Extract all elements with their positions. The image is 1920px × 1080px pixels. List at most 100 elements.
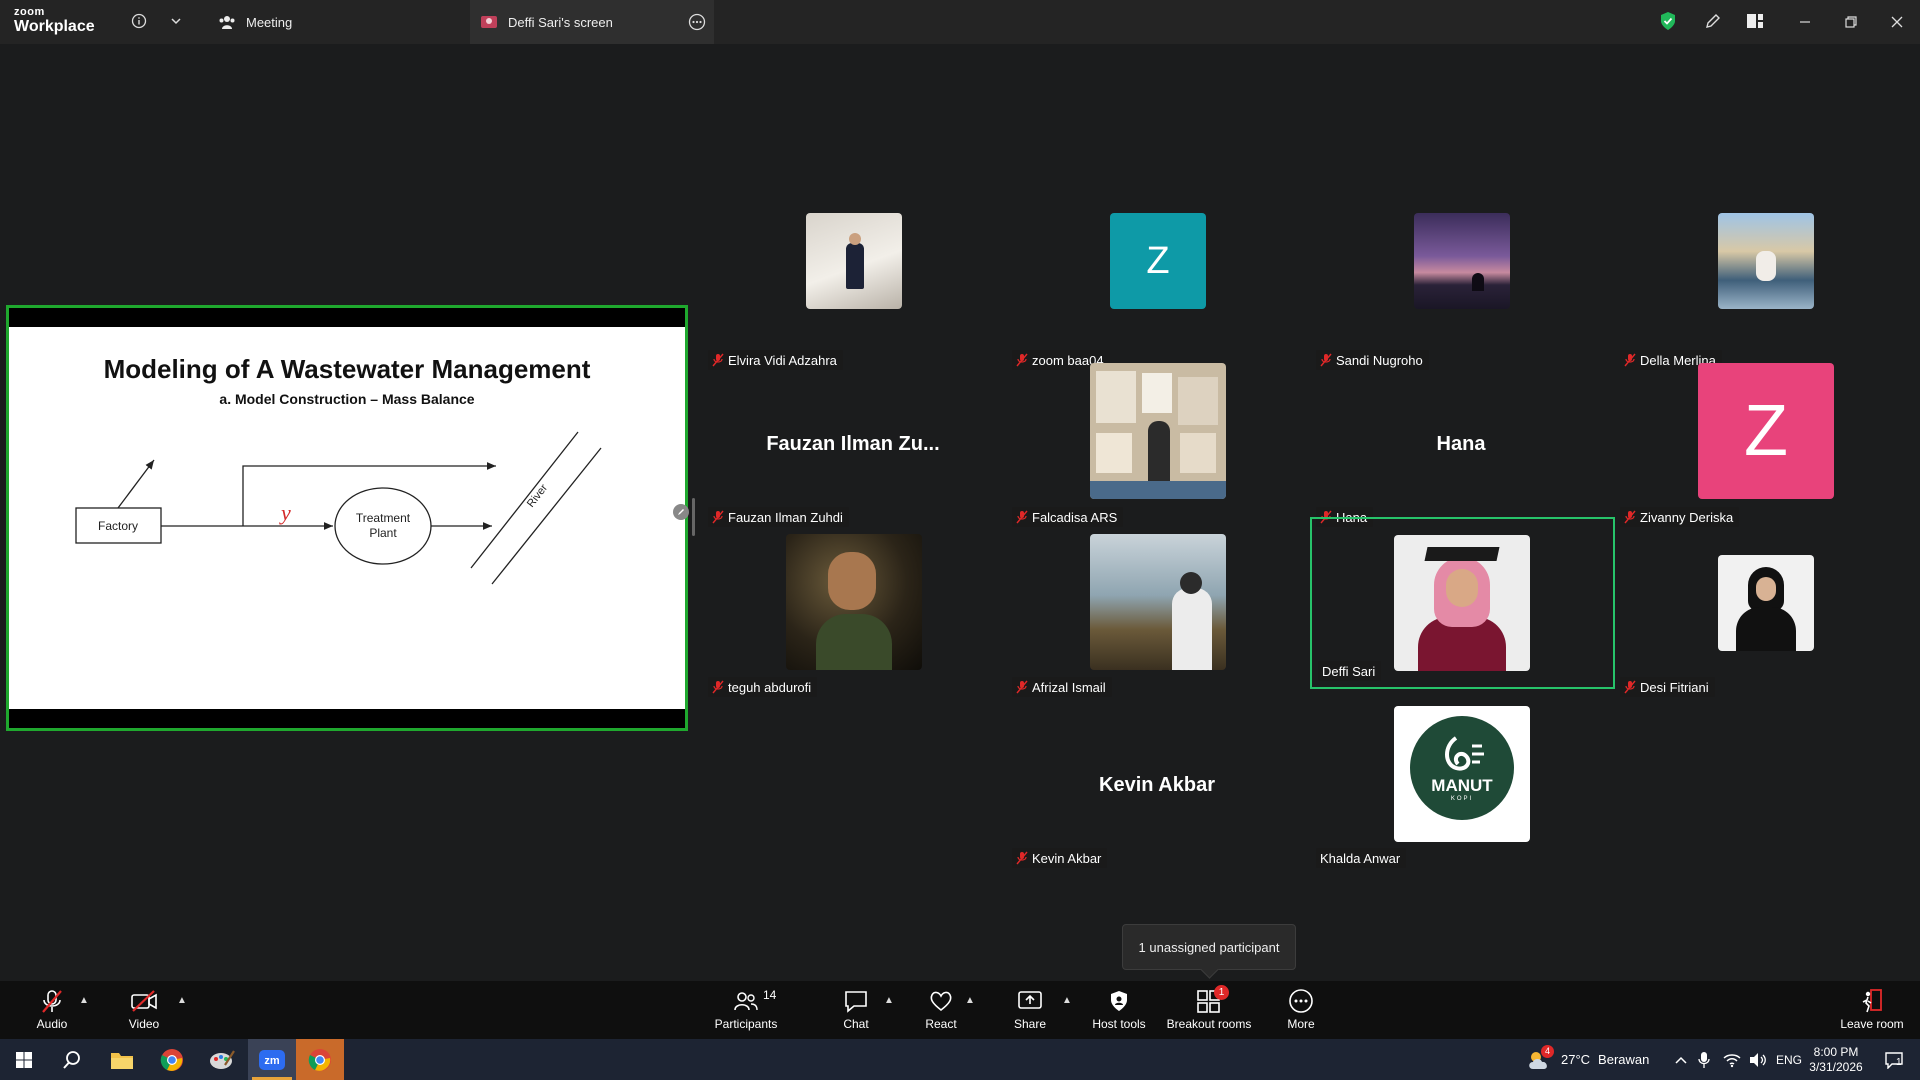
- participant-name-tag: Deffi Sari: [1318, 661, 1382, 681]
- microphone-tray-icon[interactable]: [1698, 1039, 1710, 1080]
- mic-muted-icon: [1016, 510, 1028, 524]
- participant-display-name: Kevin Akbar: [1099, 774, 1215, 796]
- show-hidden-icons-chevron-icon[interactable]: [1674, 1039, 1688, 1080]
- avatar: [786, 534, 922, 670]
- participant-tile[interactable]: Afrizal Ismail: [1006, 533, 1308, 703]
- participant-tile-active-speaker[interactable]: Deffi Sari: [1310, 517, 1615, 689]
- leave-icon: [1859, 987, 1885, 1015]
- info-icon[interactable]: [128, 10, 150, 32]
- chrome-alt-icon[interactable]: [296, 1039, 344, 1080]
- participants-label: Participants: [714, 1017, 778, 1031]
- annotate-pencil-icon[interactable]: [1702, 10, 1724, 32]
- notifications-icon[interactable]: 1: [1876, 1039, 1912, 1080]
- leave-room-button[interactable]: Leave room: [1827, 987, 1917, 1035]
- participant-name: Kevin Akbar: [1032, 850, 1102, 866]
- chrome-icon[interactable]: [148, 1039, 196, 1080]
- video-button[interactable]: Video: [99, 987, 189, 1035]
- view-layout-icon[interactable]: [1744, 10, 1766, 32]
- participant-name: Zivanny Deriska: [1640, 509, 1734, 525]
- mass-balance-diagram: y River Factory Treatment Plant: [75, 431, 602, 585]
- avatar-letter: Z: [1110, 213, 1206, 309]
- audio-options-caret[interactable]: ▲: [79, 995, 89, 1006]
- windows-start-icon[interactable]: [0, 1039, 48, 1080]
- annotation-pen-icon[interactable]: [673, 504, 689, 520]
- notification-count: 1: [1896, 1057, 1902, 1068]
- participant-name: Deffi Sari: [1322, 663, 1376, 679]
- weather-widget[interactable]: 4 27°C Berawan: [1527, 1039, 1649, 1080]
- more-label: More: [1287, 1017, 1315, 1031]
- tab-label: Meeting: [246, 14, 293, 30]
- avatar: [1090, 363, 1226, 499]
- file-explorer-icon[interactable]: [98, 1039, 146, 1080]
- windows-taskbar: zm 4 27°C Berawan ENG 8:00 PM 3/31/2026 …: [0, 1039, 1920, 1080]
- avatar-letter: Z: [1698, 363, 1834, 499]
- video-options-caret[interactable]: ▲: [177, 995, 187, 1006]
- meeting-icon: [218, 14, 236, 30]
- participant-tile[interactable]: Sandi Nugroho: [1310, 206, 1612, 376]
- participant-tile[interactable]: Z zoom baa04: [1006, 206, 1308, 376]
- logo-subtext: KOPI: [1450, 796, 1474, 802]
- tab-label: Deffi Sari's screen: [508, 14, 613, 30]
- participant-tile[interactable]: MANUT KOPI Khalda Anwar: [1310, 704, 1612, 874]
- minimize-icon[interactable]: [1782, 0, 1828, 44]
- mic-muted-icon: [1016, 851, 1028, 865]
- breakout-label: Breakout rooms: [1166, 1017, 1252, 1031]
- search-icon[interactable]: [48, 1039, 96, 1080]
- more-options-icon[interactable]: [688, 13, 706, 34]
- chevron-down-icon[interactable]: [165, 10, 187, 32]
- participant-tile[interactable]: Desi Fitriani: [1614, 533, 1916, 703]
- participant-tile[interactable]: Fauzan Ilman Zu... Fauzan Ilman Zuhdi: [702, 363, 1004, 533]
- more-button[interactable]: More: [1256, 987, 1346, 1035]
- clock-time: 8:00 PM: [1813, 1044, 1859, 1059]
- language-indicator[interactable]: ENG: [1776, 1039, 1802, 1080]
- clock[interactable]: 8:00 PM 3/31/2026: [1806, 1039, 1866, 1080]
- resize-handle[interactable]: [692, 498, 695, 536]
- participant-name: Fauzan Ilman Zuhdi: [728, 509, 843, 525]
- paint-app-icon[interactable]: [198, 1039, 246, 1080]
- annotation-y: y: [279, 500, 291, 525]
- participant-tile[interactable]: Falcadisa ARS: [1006, 363, 1308, 533]
- participant-name-tag: Desi Fitriani: [1620, 677, 1715, 697]
- participant-name: Desi Fitriani: [1640, 679, 1709, 695]
- host-tools-button[interactable]: Host tools: [1074, 987, 1164, 1035]
- participant-tile[interactable]: Hana Hana: [1310, 363, 1612, 533]
- breakout-rooms-button[interactable]: 1 Breakout rooms: [1164, 985, 1254, 1035]
- clock-date: 3/31/2026: [1809, 1059, 1863, 1074]
- participant-display-name: Fauzan Ilman Zu...: [766, 433, 940, 455]
- participant-tile[interactable]: Z Zivanny Deriska: [1614, 363, 1916, 533]
- mic-muted-icon: [1624, 510, 1636, 524]
- mic-muted-icon: [712, 680, 724, 694]
- participant-tile[interactable]: Della Merlina: [1614, 206, 1916, 376]
- avatar: [1414, 213, 1510, 309]
- shared-screen[interactable]: Modeling of A Wastewater Management a. M…: [6, 305, 689, 731]
- avatar: [1718, 555, 1814, 651]
- tab-meeting[interactable]: Meeting: [206, 0, 346, 44]
- participants-button[interactable]: 14 Participants: [701, 987, 791, 1035]
- participant-tile[interactable]: teguh abdurofi: [702, 533, 1004, 703]
- breakout-tooltip: 1 unassigned participant: [1122, 924, 1296, 970]
- chat-icon: [843, 987, 869, 1015]
- river-bank-right: [491, 447, 602, 585]
- participant-tile[interactable]: Kevin Akbar Kevin Akbar: [1006, 704, 1308, 874]
- security-shield-icon[interactable]: [1657, 10, 1679, 32]
- chat-options-caret[interactable]: ▲: [884, 995, 894, 1006]
- wifi-icon[interactable]: [1723, 1039, 1741, 1080]
- audio-label: Audio: [36, 1017, 68, 1031]
- brand-small: zoom: [14, 6, 45, 18]
- zoom-window: zoom Workplace Meeting Deffi Sari's scre…: [0, 0, 1920, 1080]
- leave-label: Leave room: [1840, 1017, 1904, 1031]
- avatar: [1394, 535, 1530, 671]
- react-options-caret[interactable]: ▲: [965, 995, 975, 1006]
- share-options-caret[interactable]: ▲: [1062, 995, 1072, 1006]
- zoom-workplace-logo: zoom Workplace: [14, 7, 95, 35]
- participant-tile[interactable]: Elvira Vidi Adzahra: [702, 206, 1004, 376]
- restore-icon[interactable]: [1828, 0, 1874, 44]
- participant-name: Khalda Anwar: [1320, 850, 1401, 866]
- zoom-taskbar-icon[interactable]: zm: [248, 1039, 296, 1080]
- breakout-rooms-icon: 1: [1196, 985, 1229, 1015]
- speaker-icon[interactable]: [1749, 1039, 1767, 1080]
- participant-name-tag: Fauzan Ilman Zuhdi: [708, 507, 849, 527]
- close-icon[interactable]: [1874, 0, 1920, 44]
- tab-shared-screen[interactable]: Deffi Sari's screen: [470, 0, 714, 44]
- avatar: [806, 213, 902, 309]
